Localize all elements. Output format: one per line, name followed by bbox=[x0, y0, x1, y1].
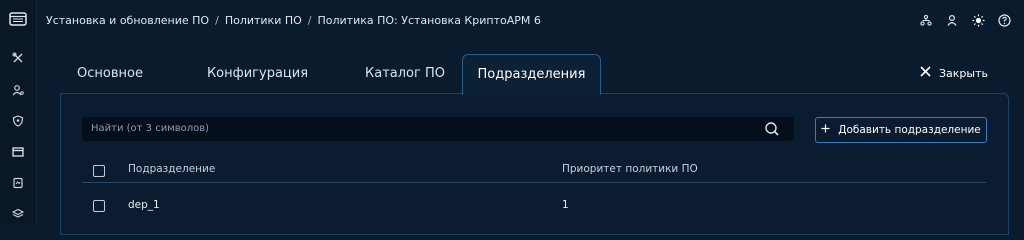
close-button-label: Закрыть bbox=[939, 66, 988, 80]
select-all-checkbox[interactable] bbox=[93, 165, 105, 177]
tab-general[interactable]: Основное bbox=[60, 54, 160, 93]
tab-departments[interactable]: Подразделения bbox=[462, 54, 601, 95]
user-icon[interactable] bbox=[942, 10, 962, 30]
tools-icon[interactable] bbox=[9, 49, 27, 67]
window-icon[interactable] bbox=[9, 143, 27, 161]
search-placeholder: Найти (от 3 символов) bbox=[91, 123, 210, 134]
tab-bar: Основное Конфигурация политики Каталог П… bbox=[60, 54, 1007, 120]
row-checkbox[interactable] bbox=[93, 200, 105, 212]
user-settings-icon[interactable] bbox=[9, 81, 27, 99]
header-divider bbox=[82, 182, 986, 183]
breadcrumb-item[interactable]: Политики ПО bbox=[225, 14, 302, 27]
priority-cell: 1 bbox=[562, 199, 569, 211]
layers-icon[interactable] bbox=[9, 205, 27, 223]
search-icon[interactable] bbox=[764, 121, 780, 141]
breadcrumb: Установка и обновление ПО / Политики ПО … bbox=[46, 14, 541, 27]
breadcrumb-item[interactable]: Установка и обновление ПО bbox=[46, 14, 209, 27]
plus-icon bbox=[821, 124, 830, 136]
close-button[interactable]: Закрыть bbox=[920, 66, 988, 80]
browser-logo-icon[interactable] bbox=[9, 10, 27, 28]
breadcrumb-separator: / bbox=[307, 13, 312, 27]
add-department-button[interactable]: Добавить подразделение bbox=[815, 117, 987, 143]
departments-panel: Найти (от 3 символов) Добавить подраздел… bbox=[60, 93, 1009, 235]
column-header-priority[interactable]: Приоритет политики ПО bbox=[562, 163, 698, 175]
column-header-department[interactable]: Подразделение bbox=[128, 163, 215, 175]
tab-software-catalog[interactable]: Каталог ПО bbox=[360, 54, 450, 93]
close-icon bbox=[920, 66, 931, 80]
document-icon[interactable] bbox=[9, 174, 27, 192]
network-icon[interactable] bbox=[916, 10, 936, 30]
top-bar: Установка и обновление ПО / Политики ПО … bbox=[36, 0, 1024, 40]
header-actions bbox=[916, 10, 1014, 30]
sidebar bbox=[0, 0, 37, 224]
help-icon[interactable] bbox=[994, 10, 1014, 30]
department-cell: dep_1 bbox=[128, 199, 160, 211]
breadcrumb-separator: / bbox=[215, 13, 219, 27]
shield-icon[interactable] bbox=[9, 112, 27, 130]
search-input[interactable]: Найти (от 3 символов) bbox=[82, 117, 794, 141]
add-department-label: Добавить подразделение bbox=[838, 124, 981, 136]
tab-policy-configuration[interactable]: Конфигурация политики bbox=[175, 54, 340, 120]
brightness-icon[interactable] bbox=[968, 10, 988, 30]
breadcrumb-current: Политика ПО: Установка КриптоАРМ 6 bbox=[317, 13, 541, 27]
